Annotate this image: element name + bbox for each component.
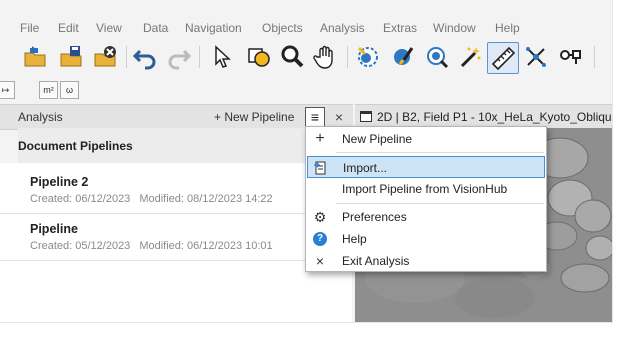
menu-import-visionhub[interactable]: Import Pipeline from VisionHub xyxy=(307,178,545,200)
help-icon: ? xyxy=(313,232,327,246)
pipeline-modified: Modified: 08/12/2023 14:22 xyxy=(139,193,273,205)
view-window-icon xyxy=(360,111,372,122)
undo-icon[interactable] xyxy=(130,42,160,72)
menu-data[interactable]: Data xyxy=(143,18,168,38)
close-file-icon[interactable] xyxy=(90,42,120,72)
pipeline-created: Created: 05/12/2023 xyxy=(30,240,131,252)
pipeline-dropdown-menu: + New Pipeline Import... Import Pipeline… xyxy=(305,126,547,272)
toolbar xyxy=(0,40,612,80)
arrow-right-icon[interactable]: ↦ xyxy=(0,81,15,99)
menu-exit-analysis[interactable]: × Exit Analysis xyxy=(307,250,545,272)
fill-icon[interactable] xyxy=(422,42,452,72)
menu-help[interactable]: ? Help xyxy=(307,228,545,250)
menu-window[interactable]: Window xyxy=(433,18,476,38)
magic-wand-icon[interactable] xyxy=(455,42,485,72)
gear-icon: ⚙ xyxy=(313,209,327,225)
roi-icon[interactable] xyxy=(244,42,274,72)
close-panel-button[interactable]: × xyxy=(330,107,348,127)
new-pipeline-button[interactable]: + New Pipeline xyxy=(214,105,294,129)
document-pipelines-header: Document Pipelines xyxy=(18,128,353,164)
list-item[interactable]: Pipeline Created: 05/12/2023 Modified: 06… xyxy=(30,222,273,252)
application-window: File Edit View Data Navigation Objects A… xyxy=(0,0,613,323)
menu-analysis[interactable]: Analysis xyxy=(320,18,365,38)
menu-bar: File Edit View Data Navigation Objects A… xyxy=(0,18,612,38)
import-icon xyxy=(314,161,328,175)
hamburger-menu-button[interactable]: ≡ xyxy=(305,107,325,127)
pipeline-name: Pipeline 2 xyxy=(30,175,89,189)
menu-edit[interactable]: Edit xyxy=(58,18,79,38)
close-icon: × xyxy=(315,253,325,269)
open-folder-icon[interactable] xyxy=(20,42,50,72)
pipeline-name: Pipeline xyxy=(30,222,78,236)
menu-help[interactable]: Help xyxy=(495,18,520,38)
points-icon[interactable] xyxy=(521,42,551,72)
analysis-panel-title: Analysis xyxy=(18,110,63,124)
menu-view[interactable]: View xyxy=(96,18,122,38)
pipeline-created: Created: 06/12/2023 xyxy=(30,193,131,205)
save-icon[interactable] xyxy=(56,42,86,72)
list-item[interactable]: Pipeline 2 Created: 06/12/2023 Modified: … xyxy=(30,175,273,205)
menu-objects[interactable]: Objects xyxy=(262,18,303,38)
omega-icon[interactable]: ω xyxy=(60,81,79,99)
plus-icon: + xyxy=(315,130,325,147)
redo-icon[interactable] xyxy=(164,42,194,72)
analysis-panel-header: Analysis + New Pipeline ≡ × xyxy=(0,104,353,130)
pipeline-meta: Created: 05/12/2023 Modified: 06/12/2023 … xyxy=(30,240,273,252)
menu-file[interactable]: File xyxy=(20,18,39,38)
menu-import[interactable]: Import... xyxy=(307,156,545,178)
zoom-icon[interactable] xyxy=(277,42,307,72)
pipeline-list: Pipeline 2 Created: 06/12/2023 Modified: … xyxy=(0,163,352,322)
region-icon[interactable] xyxy=(353,42,383,72)
connect-icon[interactable] xyxy=(556,42,586,72)
brush-icon[interactable] xyxy=(388,42,418,72)
area-unit-icon[interactable]: m² xyxy=(39,81,58,99)
hamburger-icon: ≡ xyxy=(310,109,320,125)
divider xyxy=(0,260,352,261)
measure-ruler-icon[interactable] xyxy=(487,42,519,74)
pointer-icon[interactable] xyxy=(207,42,237,72)
divider xyxy=(0,213,352,214)
menu-navigation[interactable]: Navigation xyxy=(185,18,242,38)
pan-hand-icon[interactable] xyxy=(311,42,341,72)
pipeline-meta: Created: 06/12/2023 Modified: 08/12/2023 … xyxy=(30,193,273,205)
menu-preferences[interactable]: ⚙ Preferences xyxy=(307,206,545,228)
menu-extras[interactable]: Extras xyxy=(383,18,417,38)
menu-new-pipeline[interactable]: + New Pipeline xyxy=(307,128,545,150)
pipeline-modified: Modified: 06/12/2023 10:01 xyxy=(139,240,273,252)
